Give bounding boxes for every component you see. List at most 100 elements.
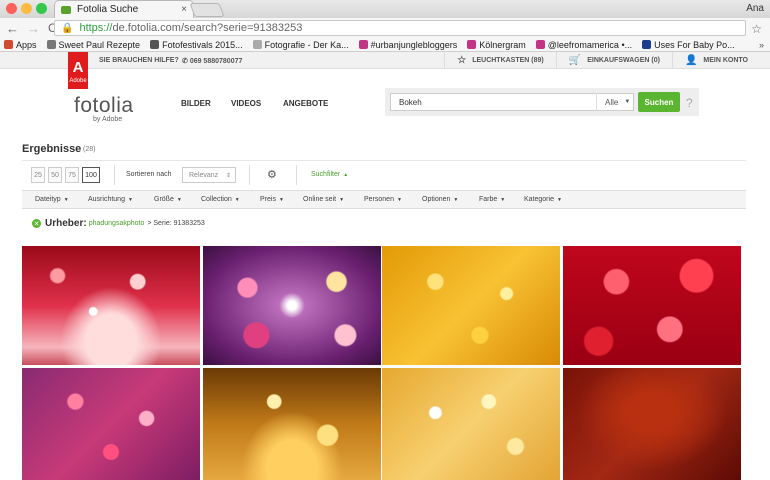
urheber-link[interactable]: phadungsakphoto [89, 220, 145, 227]
filter-label: Ausrichtung [88, 196, 125, 203]
url-path: de.fotolia.com/search?serie=91383253 [112, 22, 303, 34]
bookmark-label: Uses For Baby Po... [654, 39, 735, 50]
cart-link[interactable]: 🛒 EINKAUFSWAGEN (0) [555, 52, 672, 69]
new-tab-button[interactable] [189, 3, 225, 17]
back-arrow-icon[interactable]: ← [6, 21, 19, 36]
bookmark-favicon-icon [535, 40, 545, 49]
per-page-50[interactable]: 50 [48, 167, 62, 183]
filter-dropdown[interactable]: Größe ▼ [154, 196, 182, 203]
filter-label: Collection [201, 196, 232, 203]
filter-dropdown[interactable]: Preis ▼ [260, 196, 284, 203]
filter-label: Farbe [479, 196, 498, 203]
lightbox-link[interactable]: ☆ LEUCHTKASTEN (89) [444, 52, 556, 69]
urheber-label: Urheber: [45, 218, 87, 229]
bookmark-label: Sweet Paul Rezepte [58, 39, 141, 50]
bookmark-favicon-icon [252, 40, 262, 49]
filter-label: Preis [260, 196, 276, 203]
account-label: MEIN KONTO [703, 57, 748, 64]
chevron-down-icon: ▼ [278, 197, 284, 203]
account-link[interactable]: 👤 MEIN KONTO [671, 52, 770, 69]
result-thumbnail[interactable] [22, 368, 200, 480]
help-icon[interactable]: ? [686, 96, 693, 110]
filter-dropdown[interactable]: Farbe ▼ [479, 196, 505, 203]
filter-dropdown[interactable]: Kategorie ▼ [524, 196, 562, 203]
address-bar[interactable]: 🔒 https:// de.fotolia.com/search?serie=9… [54, 20, 746, 36]
result-thumbnail[interactable] [203, 246, 381, 365]
site-utility-bar: SIE BRAUCHEN HILFE? ✆ 069 5880780077 ☆ LE… [0, 52, 770, 69]
search-scope-select[interactable]: Alle ▼ [596, 93, 634, 111]
result-thumbnail[interactable] [563, 368, 741, 480]
filter-label: Optionen [422, 196, 451, 203]
browser-title-bar: Fotolia Suche × Ana [0, 0, 770, 18]
filter-dropdown[interactable]: Ausrichtung ▼ [88, 196, 133, 203]
tab-close-icon[interactable]: × [181, 4, 187, 15]
bookmark-label: Apps [16, 39, 37, 50]
search-filter-label: Suchfilter [311, 171, 341, 178]
bookmark-item[interactable]: Fotografie - Der Ka... [252, 39, 349, 50]
divider [114, 165, 115, 185]
result-thumbnail[interactable] [203, 368, 381, 480]
filter-dropdown[interactable]: Collection ▼ [201, 196, 240, 203]
fotolia-logo-sub: by Adobe [93, 116, 123, 123]
url-scheme: https:// [79, 22, 113, 34]
bookmark-item[interactable]: Fotofestivals 2015... [150, 40, 243, 50]
filter-dropdown[interactable]: Optionen ▼ [422, 196, 458, 203]
chevron-down-icon: ▼ [127, 197, 133, 203]
bookmark-label: Fotografie - Der Ka... [264, 39, 349, 50]
minimize-window-button[interactable] [21, 3, 32, 14]
result-thumbnail[interactable] [563, 246, 741, 365]
result-thumbnail[interactable] [22, 246, 200, 365]
chevron-down-icon: ▼ [624, 99, 631, 105]
search-filter-toggle[interactable]: Suchfilter ▲ [311, 171, 348, 178]
bookmarks-overflow-icon[interactable]: » [759, 40, 764, 50]
bookmark-item[interactable]: Kölnergram [467, 40, 526, 50]
chevron-down-icon: ▼ [396, 197, 402, 203]
nav-videos[interactable]: VIDEOS [231, 99, 261, 108]
close-window-button[interactable] [6, 3, 17, 14]
star-outline-icon: ☆ [457, 55, 467, 66]
filter-label: Größe [154, 196, 174, 203]
bookmark-item[interactable]: Uses For Baby Po... [642, 40, 735, 50]
browser-user-name[interactable]: Ana [746, 3, 764, 14]
chevron-down-icon: ▼ [500, 197, 506, 203]
maximize-window-button[interactable] [36, 3, 47, 14]
chevron-down-icon: ▼ [176, 197, 182, 203]
lock-icon: 🔒 [61, 22, 74, 34]
bookmark-item[interactable]: Apps [4, 40, 37, 50]
filter-dropdown[interactable]: Online seit ▼ [303, 196, 344, 203]
per-page-25[interactable]: 25 [31, 167, 45, 183]
per-page-75[interactable]: 75 [65, 167, 79, 183]
sort-label: Sortieren nach [126, 171, 172, 178]
chevron-down-icon: ▼ [556, 197, 562, 203]
gear-icon[interactable]: ⚙ [267, 168, 277, 181]
adobe-logo[interactable]: A Adobe [68, 52, 88, 89]
bookmark-item[interactable]: Sweet Paul Rezepte [46, 39, 141, 50]
browser-tab[interactable]: Fotolia Suche × [54, 0, 194, 18]
result-thumbnail[interactable] [382, 368, 560, 480]
nav-angebote[interactable]: ANGEBOTE [283, 99, 328, 108]
bookmark-star-icon[interactable]: ☆ [751, 22, 762, 36]
per-page-100[interactable]: 100 [82, 167, 100, 183]
bookmark-favicon-icon [358, 40, 368, 49]
sort-select[interactable]: Relevanz ⇕ [182, 167, 236, 183]
result-thumbnail[interactable] [382, 246, 560, 365]
divider [296, 165, 297, 185]
filter-dropdown[interactable]: Dateityp ▼ [35, 196, 69, 203]
bookmark-label: Fotofestivals 2015... [162, 39, 243, 50]
bookmark-item[interactable]: @leefromamerica •... [535, 39, 633, 50]
bookmark-favicon-icon [642, 40, 652, 49]
search-button[interactable]: Suchen [638, 92, 680, 112]
filter-dropdown[interactable]: Personen ▼ [364, 196, 402, 203]
check-circle-icon[interactable]: ✕ [32, 219, 41, 228]
bookmark-item[interactable]: #urbanjunglebloggers [358, 40, 457, 50]
bookmark-label: @leefromamerica •... [547, 39, 633, 50]
results-count: (28) [83, 146, 96, 153]
nav-bilder[interactable]: BILDER [181, 99, 211, 108]
bookmarks-bar: Apps Sweet Paul Rezepte Fotofestivals 2015… [0, 38, 770, 52]
forward-arrow-icon[interactable]: → [27, 21, 40, 36]
fotolia-logo[interactable]: fotolia [74, 94, 134, 118]
phone-value: 069 5880780077 [189, 58, 243, 65]
help-text[interactable]: SIE BRAUCHEN HILFE? [99, 57, 179, 64]
chevron-down-icon: ▼ [234, 197, 240, 203]
phone-number[interactable]: ✆ 069 5880780077 [182, 57, 242, 65]
